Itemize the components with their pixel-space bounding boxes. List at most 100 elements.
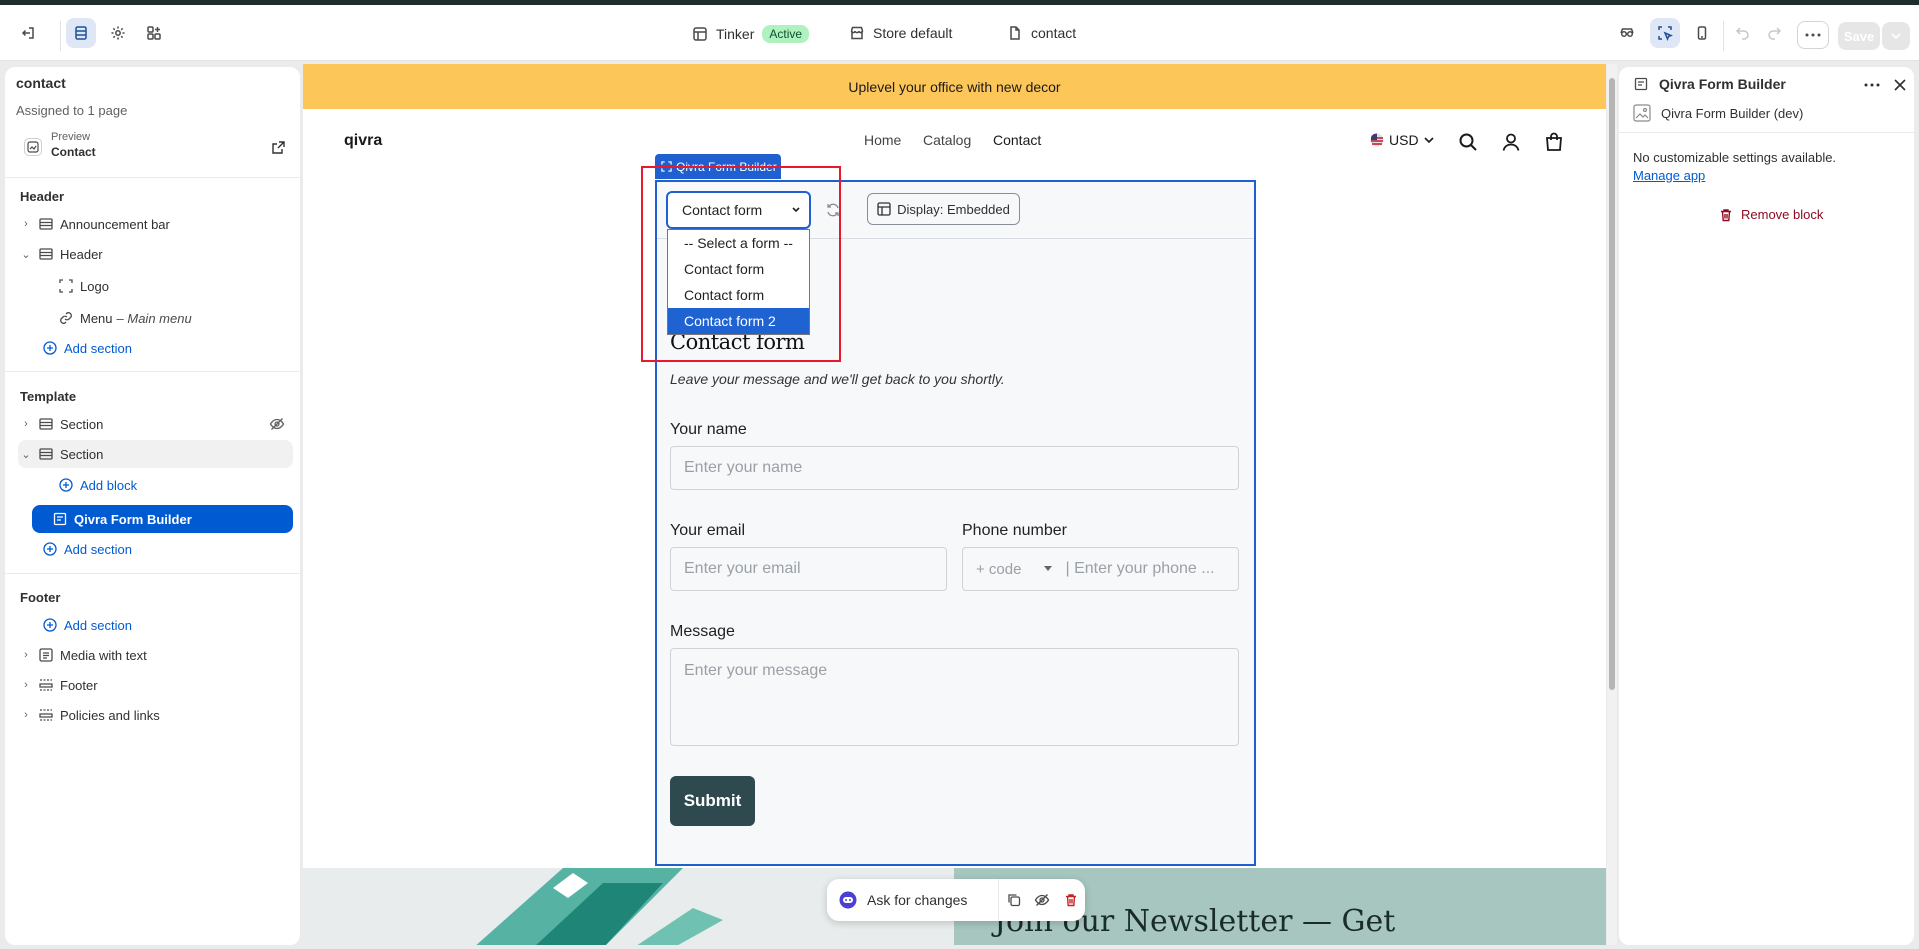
eye-off-icon[interactable]: [1028, 879, 1057, 921]
phone-code-select[interactable]: + code: [976, 561, 1021, 578]
sidebar-item-policies-and-links[interactable]: › Policies and links: [18, 701, 293, 729]
divider: [60, 21, 61, 51]
apps-icon[interactable]: [139, 18, 169, 48]
message-textarea[interactable]: Enter your message: [670, 648, 1239, 746]
cart-icon[interactable]: [1543, 131, 1565, 153]
store-logo[interactable]: qivra: [344, 132, 382, 150]
page-icon: [1010, 26, 1020, 40]
plus-circle-icon: [43, 618, 57, 632]
nav-contact[interactable]: Contact: [993, 132, 1041, 148]
phone-label: Phone number: [962, 522, 1067, 539]
announcement-bar[interactable]: Uplevel your office with new decor: [303, 64, 1606, 109]
inspector-icon[interactable]: [1612, 18, 1642, 48]
undo-icon[interactable]: [1728, 18, 1758, 48]
preview-value: Contact: [51, 145, 96, 159]
page-selector[interactable]: contact: [1007, 25, 1076, 41]
account-icon[interactable]: [1500, 131, 1522, 153]
scrollbar-thumb[interactable]: [1609, 78, 1615, 690]
menu-subtitle: – Main menu: [116, 310, 192, 326]
email-input[interactable]: Enter your email: [670, 547, 947, 591]
sidebar-item-section[interactable]: ⌄ Section: [18, 440, 293, 468]
header-group-heading: Header: [20, 189, 65, 204]
sidebar-item-label: Section: [60, 446, 104, 462]
name-input[interactable]: Enter your name: [670, 446, 1239, 490]
message-label: Message: [670, 623, 735, 640]
divider: [1619, 132, 1914, 133]
add-section-button[interactable]: Add section: [38, 535, 293, 563]
theme-selector[interactable]: Tinker Active: [692, 25, 810, 43]
plus-circle-icon: [43, 542, 57, 556]
ask-changes-toolbar: Ask for changes: [827, 879, 1085, 921]
caret-down-icon: [1044, 566, 1053, 571]
editor-topbar: Tinker Active Store default contact Save: [0, 5, 1919, 61]
submit-button[interactable]: Submit: [670, 776, 755, 826]
email-label: Your email: [670, 522, 746, 539]
form-description: Leave your message and we'll get back to…: [670, 371, 1005, 387]
sidebar-item-label: Menu: [80, 310, 113, 326]
exit-icon[interactable]: [13, 18, 43, 48]
search-icon[interactable]: [1457, 131, 1479, 153]
store-icon: [850, 26, 864, 40]
close-icon[interactable]: [1893, 78, 1907, 92]
sidebar-item-media-with-text[interactable]: › Media with text: [18, 641, 293, 669]
sections-icon[interactable]: [66, 18, 96, 48]
sidebar-item-label: Media with text: [60, 647, 147, 663]
plus-circle-icon: [43, 341, 57, 355]
panel-header: Qivra Form Builder: [1633, 76, 1786, 92]
nav-home[interactable]: Home: [864, 132, 901, 148]
mobile-icon[interactable]: [1687, 18, 1717, 48]
sidebar-item-menu[interactable]: Menu – Main menu: [54, 304, 293, 332]
footer-group-heading: Footer: [20, 590, 61, 605]
app-image-icon: [1633, 104, 1651, 122]
select-cursor-icon[interactable]: [1650, 18, 1680, 48]
redo-icon[interactable]: [1759, 18, 1789, 48]
save-dropdown-button[interactable]: [1882, 22, 1910, 50]
add-section-button[interactable]: Add section: [38, 334, 293, 362]
remove-block-button[interactable]: Remove block: [1719, 207, 1823, 222]
us-flag-icon: [1370, 133, 1384, 147]
storefront-preview: Uplevel your office with new decor qivra…: [303, 64, 1606, 945]
store-selector[interactable]: Store default: [849, 25, 952, 41]
nav-catalog[interactable]: Catalog: [923, 132, 971, 148]
sidebar-item-announcement-bar[interactable]: › Announcement bar: [18, 210, 293, 238]
section-icon: [39, 448, 53, 460]
divider: [1723, 21, 1724, 51]
save-button[interactable]: Save: [1838, 22, 1880, 50]
layout-icon: [877, 202, 891, 216]
sidebar-item-qivra-form-builder[interactable]: Qivra Form Builder: [32, 505, 293, 533]
plus-circle-icon: [59, 478, 73, 492]
chevron-down-icon: [1891, 33, 1901, 39]
currency-selector[interactable]: USD: [1370, 132, 1434, 148]
manage-app-link[interactable]: Manage app: [1633, 168, 1705, 183]
gear-icon[interactable]: [103, 18, 133, 48]
sections-panel: contact Assigned to 1 page Preview Conta…: [5, 67, 300, 945]
duplicate-icon[interactable]: [999, 879, 1028, 921]
chevron-right-icon: ›: [24, 418, 28, 430]
sidebar-item-footer[interactable]: › Footer: [18, 671, 293, 699]
add-section-button[interactable]: Add section: [38, 611, 293, 639]
ask-for-changes-button[interactable]: Ask for changes: [827, 879, 1000, 921]
display-mode-button[interactable]: Display: Embedded: [867, 193, 1020, 225]
trash-icon[interactable]: [1056, 879, 1085, 921]
phone-field[interactable]: + code | Enter your phone ...: [962, 547, 1239, 591]
chevron-right-icon: ›: [24, 218, 28, 230]
text-block-icon: [39, 648, 53, 662]
sidebar-item-logo[interactable]: Logo: [54, 272, 293, 300]
display-mode-label: Display: Embedded: [897, 201, 1010, 217]
sidebar-item-header[interactable]: ⌄ Header: [18, 240, 293, 268]
sidebar-item-label: Qivra Form Builder: [74, 511, 192, 527]
preview-scrollbar[interactable]: [1607, 64, 1617, 945]
add-block-button[interactable]: Add block: [54, 471, 293, 499]
more-icon[interactable]: [1797, 21, 1829, 49]
more-icon[interactable]: [1864, 83, 1880, 87]
preview-icon: [24, 138, 42, 156]
external-link-icon[interactable]: [272, 141, 285, 154]
store-header: qivra Home Catalog Contact USD: [303, 109, 1606, 179]
footer-icon: [39, 679, 53, 691]
phone-input[interactable]: | Enter your phone ...: [1065, 560, 1214, 578]
settings-panel: Qivra Form Builder Qivra Form Builder (d…: [1619, 67, 1914, 945]
status-badge: Active: [762, 25, 810, 43]
preview-selector[interactable]: Preview Contact: [16, 129, 291, 163]
sidebar-item-section-hidden[interactable]: › Section: [18, 410, 293, 438]
eye-off-icon[interactable]: [269, 416, 285, 432]
